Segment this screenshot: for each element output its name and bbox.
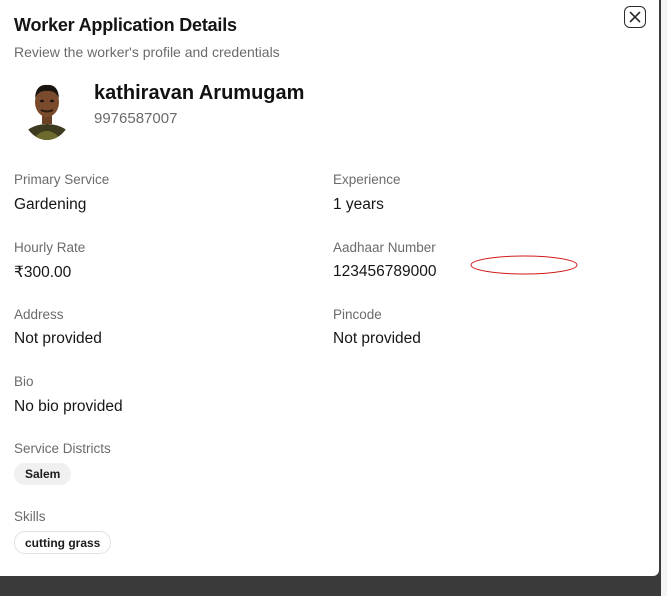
worker-name: kathiravan Arumugam (94, 82, 305, 104)
close-button[interactable] (624, 6, 646, 28)
bio-value: No bio provided (14, 398, 123, 415)
experience-label: Experience (333, 172, 401, 187)
annotation-ellipse (470, 255, 578, 275)
dialog-title: Worker Application Details (14, 15, 237, 35)
service-districts-label: Service Districts (14, 441, 111, 456)
skills-label: Skills (14, 509, 46, 524)
worker-phone: 9976587007 (94, 110, 178, 127)
district-chip: Salem (14, 463, 72, 485)
pincode-value: Not provided (333, 330, 421, 347)
avatar (22, 78, 72, 140)
primary-service-label: Primary Service (14, 172, 110, 187)
hourly-rate-label: Hourly Rate (14, 240, 86, 255)
aadhaar-label: Aadhaar Number (333, 240, 436, 255)
experience-value: 1 years (333, 196, 384, 213)
address-value: Not provided (14, 330, 102, 347)
primary-service-value: Gardening (14, 196, 87, 213)
pincode-label: Pincode (333, 307, 382, 322)
backdrop-edge (661, 0, 667, 596)
worker-application-dialog: Worker Application Details Review the wo… (0, 0, 659, 576)
bio-label: Bio (14, 374, 34, 389)
worker-photo-icon (22, 78, 72, 140)
hourly-rate-value: ₹300.00 (14, 264, 72, 281)
close-icon (629, 11, 641, 23)
aadhaar-value: 123456789000 (333, 263, 437, 280)
skill-chip: cutting grass (14, 531, 112, 554)
dialog-subtitle: Review the worker's profile and credenti… (14, 44, 280, 60)
address-label: Address (14, 307, 64, 322)
